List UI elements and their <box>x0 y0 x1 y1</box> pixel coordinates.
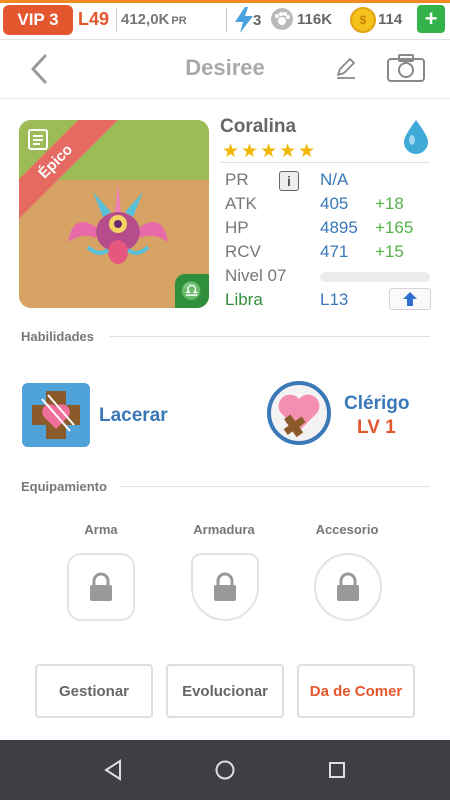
stat-row-pr: PR i N/A <box>225 170 435 194</box>
stat-row-hp: HP 4895 +165 <box>225 218 435 242</box>
power-rating: 412,0K PR <box>121 11 187 28</box>
water-element-icon <box>404 120 428 154</box>
stat-value: 4895 <box>320 218 358 237</box>
armor-slot[interactable] <box>191 553 259 621</box>
lock-icon <box>337 572 359 601</box>
camera-button[interactable] <box>386 53 426 83</box>
stat-bonus: +15 <box>375 242 404 261</box>
monster-image <box>68 184 168 264</box>
power-unit: PR <box>171 15 187 27</box>
zodiac-level: L13 <box>320 290 349 309</box>
xp-progress-bar <box>320 272 430 282</box>
stat-label: ATK <box>225 194 257 213</box>
accessory-slot[interactable] <box>314 553 382 621</box>
equipment-section-label: Equipamiento <box>21 479 107 494</box>
armor-label: Armadura <box>193 522 255 537</box>
divider <box>120 486 430 487</box>
stat-value: N/A <box>320 170 349 189</box>
player-level: L49 <box>78 9 110 29</box>
stat-label: PR <box>225 170 249 189</box>
weapon-slot[interactable] <box>67 553 135 621</box>
monster-name: Coralina <box>220 116 297 137</box>
edit-name-button[interactable] <box>333 55 359 81</box>
star-rating: ★★★★★ <box>222 141 318 162</box>
camera-icon <box>387 54 425 82</box>
divider <box>110 336 430 337</box>
libra-icon: ♎ <box>175 274 209 308</box>
divider <box>226 8 227 32</box>
lacerate-skill-icon <box>22 383 90 447</box>
skill-name[interactable]: Lacerar <box>99 405 168 427</box>
class-name: Clérigo <box>344 393 410 414</box>
zodiac-upgrade-button[interactable] <box>389 288 431 310</box>
stat-label: HP <box>225 218 249 237</box>
triangle-back-icon <box>104 759 121 781</box>
paw-icon <box>271 8 293 30</box>
skills-section-label: Habilidades <box>21 329 94 344</box>
pencil-icon <box>337 58 355 79</box>
stat-bonus: +165 <box>375 218 414 237</box>
arrow-up-icon <box>403 292 417 306</box>
accessory-label: Accesorio <box>315 522 379 537</box>
circle-home-icon <box>215 760 235 780</box>
paw-value: 116K <box>297 11 333 28</box>
coin-icon: $ <box>350 7 376 33</box>
lock-icon <box>90 572 112 601</box>
stat-label: RCV <box>225 242 261 261</box>
cleric-class-icon <box>278 394 320 438</box>
stat-value: 405 <box>320 194 349 213</box>
feed-button[interactable]: Da de Comer <box>297 664 415 718</box>
divider <box>116 8 117 32</box>
chevron-left-icon <box>31 54 47 84</box>
page-title: Desiree <box>185 55 265 80</box>
divider <box>220 162 430 163</box>
skill-button[interactable] <box>22 383 90 447</box>
back-button[interactable] <box>24 49 54 89</box>
class-level: LV 1 <box>357 417 396 438</box>
weapon-label: Arma <box>84 522 118 537</box>
stat-row-atk: ATK 405 +18 <box>225 194 435 218</box>
stat-row-level: Nivel 07 <box>225 266 435 290</box>
coin-value: 114 <box>378 11 403 28</box>
lock-icon <box>214 572 236 601</box>
stamina-counter[interactable]: 3 <box>233 6 265 34</box>
stat-row-zodiac: Libra L13 <box>225 288 435 314</box>
status-bar: VIP 3 L49 412,0K PR 3 116K $ 114 + <box>0 0 450 40</box>
stamina-value: 3 <box>253 12 262 29</box>
stat-row-rcv: RCV 471 +15 <box>225 242 435 266</box>
add-coins-button[interactable]: + <box>417 5 445 33</box>
nav-back-button[interactable] <box>100 757 126 783</box>
stat-bonus: +18 <box>375 194 404 213</box>
evolve-button[interactable]: Evolucionar <box>166 664 284 718</box>
vip-badge[interactable]: VIP 3 <box>3 5 73 35</box>
info-icon[interactable]: i <box>279 171 299 191</box>
zodiac-name: Libra <box>225 290 263 309</box>
stat-value: 471 <box>320 242 349 261</box>
level-label: Nivel 07 <box>225 266 287 285</box>
monster-portrait[interactable]: Épico ♎ <box>19 120 209 308</box>
nav-home-button[interactable] <box>212 757 238 783</box>
nav-recents-button[interactable] <box>324 757 350 783</box>
card-icon <box>28 129 48 150</box>
square-recents-icon <box>329 762 345 778</box>
page-header: Desiree <box>0 41 450 99</box>
power-value: 412,0K <box>121 11 170 28</box>
class-button[interactable] <box>267 381 331 445</box>
system-nav-bar <box>0 740 450 800</box>
manage-button[interactable]: Gestionar <box>35 664 153 718</box>
lightning-icon <box>235 7 253 33</box>
